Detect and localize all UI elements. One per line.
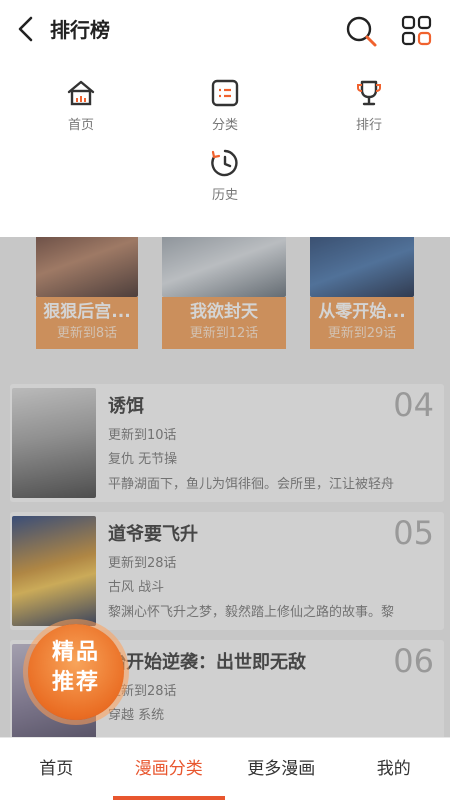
menu-label: 排行: [355, 118, 382, 133]
podium-card-rank1[interactable]: 我欲封天 更新到12话: [162, 237, 286, 349]
comic-title: 胎开始逆袭：出世即无敌: [108, 652, 306, 673]
comic-title: 道爷要飞升: [108, 524, 198, 545]
menu-item-home[interactable]: 首页: [36, 78, 126, 133]
podium-title: 狠狠后宫...: [43, 302, 131, 322]
tab-comic-category[interactable]: 漫画分类: [112, 738, 225, 800]
bottom-navigation: 首页 漫画分类 更多漫画 我的: [0, 737, 450, 800]
podium-label: 狠狠后宫... 更新到8话: [36, 297, 138, 349]
podium-cover: [36, 237, 138, 297]
podium-card-rank2[interactable]: 狠狠后宫... 更新到8话: [36, 237, 138, 349]
menu-label: 首页: [67, 118, 94, 133]
podium-label: 我欲封天 更新到12话: [162, 297, 286, 349]
podium-update: 更新到12话: [189, 326, 259, 341]
tab-mine[interactable]: 我的: [338, 738, 450, 800]
search-icon: [346, 16, 377, 47]
tab-label: 更多漫画: [247, 759, 316, 779]
podium-cover: [310, 237, 414, 297]
comic-tags: 穿越 系统: [108, 708, 165, 723]
comic-cover: [12, 516, 96, 626]
home-icon: [67, 80, 95, 106]
history-icon: [211, 149, 238, 177]
badge-text-line2: 推荐: [51, 670, 100, 695]
tab-label: 首页: [39, 759, 74, 779]
rank-number: 05: [393, 514, 434, 552]
ranking-list-item[interactable]: 道爷要飞升 05 更新到28话 古风 战斗 黎渊心怀飞升之梦，毅然踏上修仙之路的…: [10, 512, 444, 630]
comic-description: 平静湖面下，鱼儿为饵徘徊。会所里，江让被轻舟: [108, 477, 395, 492]
back-arrow-icon: [18, 16, 33, 42]
comic-tags: 复仇 无节操: [108, 452, 178, 467]
comic-title: 诱饵: [108, 396, 144, 417]
menu-label: 历史: [211, 188, 238, 203]
badge-text-line1: 精品: [51, 640, 100, 665]
rank-number: 04: [393, 386, 434, 424]
podium-title: 从零开始...: [318, 302, 406, 322]
comic-cover: [12, 388, 96, 498]
top-three-podium: 狠狠后宫... 更新到8话 我欲封天 更新到12话 从零开始... 更新到29话: [0, 237, 450, 374]
update-status: 更新到28话: [108, 556, 177, 571]
podium-card-rank3[interactable]: 从零开始... 更新到29话: [310, 237, 414, 349]
podium-update: 更新到8话: [56, 326, 118, 341]
comic-tags: 古风 战斗: [108, 580, 165, 595]
app-bar: 排行榜: [0, 0, 450, 58]
menu-item-ranking[interactable]: 排行: [324, 78, 414, 133]
menu-label: 分类: [211, 118, 238, 133]
page-title: 排行榜: [50, 18, 110, 42]
rank-number: 06: [393, 642, 434, 680]
tab-label: 我的: [376, 759, 411, 779]
tab-label: 漫画分类: [134, 759, 203, 779]
tab-home[interactable]: 首页: [0, 738, 113, 800]
featured-recommend-badge[interactable]: 精品 推荐: [28, 624, 124, 720]
more-menu-button[interactable]: [400, 14, 434, 48]
grid-menu-icon: [401, 15, 432, 46]
dropdown-menu-panel: 排行榜 首页 分类 排行 历史: [0, 0, 450, 237]
podium-cover: [162, 237, 286, 297]
podium-title: 我欲封天: [190, 302, 258, 322]
podium-label: 从零开始... 更新到29话: [310, 297, 414, 349]
comic-description: 黎渊心怀飞升之梦，毅然踏上修仙之路的故事。黎: [108, 605, 395, 620]
menu-item-history[interactable]: 历史: [180, 148, 270, 203]
search-button[interactable]: [344, 14, 378, 48]
update-status: 更新到10话: [108, 428, 177, 443]
podium-update: 更新到29话: [327, 326, 397, 341]
menu-item-category[interactable]: 分类: [180, 78, 270, 133]
ranking-list-item[interactable]: 诱饵 04 更新到10话 复仇 无节操 平静湖面下，鱼儿为饵徘徊。会所里，江让被…: [10, 384, 444, 502]
trophy-icon: [357, 80, 381, 106]
category-icon: [211, 79, 239, 107]
tab-more-comics[interactable]: 更多漫画: [225, 738, 338, 800]
active-tab-indicator: [112, 796, 225, 800]
back-button[interactable]: [12, 14, 40, 44]
